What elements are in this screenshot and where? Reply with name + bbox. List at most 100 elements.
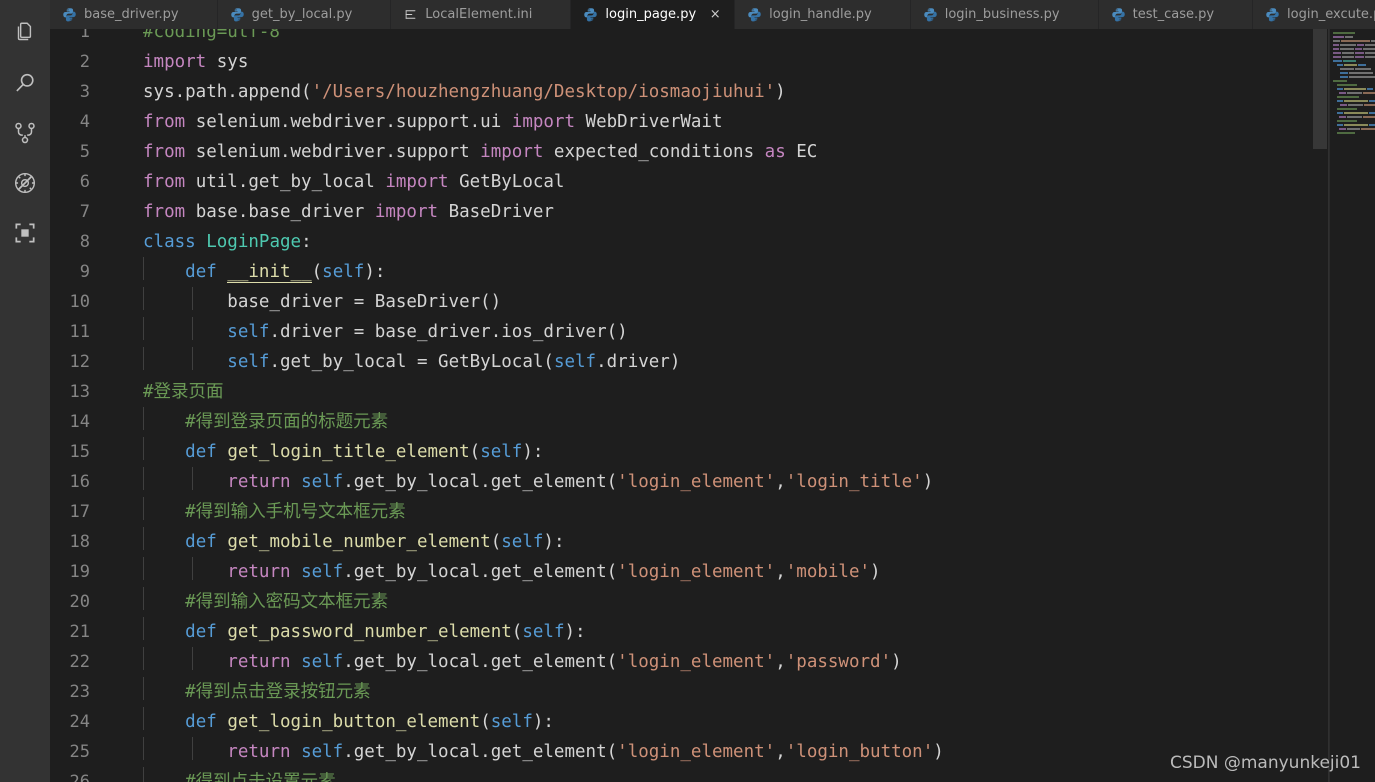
editor-vertical-scrollbar[interactable] bbox=[1313, 29, 1327, 782]
editor-tab-test-case-py[interactable]: test_case.py× bbox=[1098, 0, 1254, 29]
line-number: 11 bbox=[69, 322, 90, 342]
minimap-segment bbox=[1333, 48, 1340, 50]
minimap-segment bbox=[1341, 52, 1355, 54]
code-token: #得到点击登录按钮元素 bbox=[143, 682, 371, 702]
indent-guide bbox=[143, 617, 144, 640]
indent-guide bbox=[143, 707, 144, 730]
editor-tab-login-handle-py[interactable]: login_handle.py× bbox=[735, 0, 911, 29]
code-line-content: #得到输入手机号文本框元素 bbox=[102, 497, 1375, 527]
code-token: return bbox=[227, 652, 291, 672]
code-token: .get_by_local.get_element( bbox=[343, 652, 618, 672]
code-token: , bbox=[775, 652, 786, 672]
sidebar-item-explorer[interactable] bbox=[0, 8, 50, 58]
code-line-content: def __init__(self): bbox=[102, 257, 1375, 287]
minimap-segment bbox=[1345, 36, 1353, 38]
minimap-segment bbox=[1357, 44, 1365, 46]
code-line-content: #得到点击设置元素 bbox=[102, 767, 1375, 782]
editor-tab-login-excute-py[interactable]: login_excute.py× bbox=[1253, 0, 1375, 29]
scrollbar-thumb[interactable] bbox=[1313, 29, 1327, 149]
minimap-segment bbox=[1340, 44, 1357, 46]
sidebar-item-run-debug[interactable] bbox=[0, 158, 50, 208]
code-token: .get_by_local.get_element( bbox=[343, 742, 618, 762]
code-line-content: #得到登录页面的标题元素 bbox=[102, 407, 1375, 437]
editor-tab-base-driver-py[interactable]: base_driver.py× bbox=[50, 0, 218, 29]
minimap-segment bbox=[1333, 64, 1336, 66]
code-token: ( bbox=[311, 262, 323, 282]
code-token: from bbox=[143, 142, 186, 162]
code-token: def bbox=[185, 262, 217, 282]
indent-guide bbox=[143, 437, 144, 460]
minimap-segment bbox=[1337, 64, 1343, 66]
tab-label: login_page.py bbox=[605, 7, 697, 22]
editor-tab-get-by-local-py[interactable]: get_by_local.py× bbox=[217, 0, 392, 29]
code-line: 17 #得到输入手机号文本框元素 bbox=[50, 497, 1375, 527]
editor-minimap[interactable] bbox=[1329, 29, 1375, 782]
code-token: return bbox=[227, 562, 291, 582]
sidebar-item-search[interactable] bbox=[0, 58, 50, 108]
minimap-segment bbox=[1355, 52, 1365, 54]
code-token: '/Users/houzhengzhuang/Desktop/iosmaojiu… bbox=[311, 82, 776, 102]
minimap-segment bbox=[1337, 84, 1357, 86]
code-token: get_password_number_element bbox=[227, 622, 512, 642]
minimap-segment bbox=[1333, 52, 1341, 54]
line-number: 18 bbox=[69, 532, 90, 552]
code-token: .get_by_local.get_element( bbox=[343, 562, 618, 582]
code-token: ) bbox=[922, 472, 934, 492]
minimap-segment bbox=[1333, 80, 1347, 82]
minimap-segment bbox=[1341, 56, 1355, 58]
code-line: 20 #得到输入密码文本框元素 bbox=[50, 587, 1375, 617]
code-line: 25 return self.get_by_local.get_element(… bbox=[50, 737, 1375, 767]
code-token: ) bbox=[933, 742, 944, 762]
code-token: return bbox=[227, 742, 291, 762]
sidebar-item-extensions[interactable] bbox=[0, 208, 50, 258]
code-token: , bbox=[775, 472, 786, 492]
code-token: from bbox=[143, 112, 186, 132]
minimap-segment bbox=[1333, 60, 1342, 62]
code-line: 10 base_driver = BaseDriver() bbox=[50, 287, 1375, 317]
minimap-segment bbox=[1361, 128, 1375, 130]
minimap-segment bbox=[1333, 92, 1339, 94]
code-token: class bbox=[143, 232, 196, 252]
minimap-segment bbox=[1333, 108, 1336, 110]
editor-tab-login-business-py[interactable]: login_business.py× bbox=[910, 0, 1099, 29]
minimap-segment bbox=[1363, 104, 1375, 106]
code-line-content: from selenium.webdriver.support import e… bbox=[102, 137, 1375, 167]
editor-group: base_driver.py×get_by_local.py×LocalElem… bbox=[50, 0, 1375, 782]
code-token: #coding=utf-8 bbox=[143, 29, 280, 42]
line-number: 17 bbox=[69, 502, 90, 522]
code-token: import bbox=[385, 172, 449, 192]
minimap-segment bbox=[1333, 120, 1336, 122]
sidebar-item-source-control[interactable] bbox=[0, 108, 50, 158]
code-token: expected_conditions bbox=[543, 142, 765, 162]
minimap-segment bbox=[1340, 68, 1354, 70]
code-token: base.base_driver bbox=[185, 202, 375, 222]
minimap-line bbox=[1330, 131, 1375, 135]
code-line: 18 def get_mobile_number_element(self): bbox=[50, 527, 1375, 557]
code-line: 21 def get_password_number_element(self)… bbox=[50, 617, 1375, 647]
minimap-segment bbox=[1344, 88, 1366, 90]
code-line-content: def get_password_number_element(self): bbox=[102, 617, 1375, 647]
code-token: ( bbox=[511, 622, 523, 642]
code-token: : bbox=[301, 232, 312, 252]
code-token: 'login_button' bbox=[785, 742, 934, 762]
code-token: self bbox=[501, 532, 544, 552]
code-line: 12 self.get_by_local = GetByLocal(self.d… bbox=[50, 347, 1375, 377]
python-file-icon bbox=[747, 7, 762, 22]
indent-guide bbox=[143, 347, 144, 370]
line-number: 19 bbox=[69, 562, 90, 582]
editor-tab-localelement-ini[interactable]: LocalElement.ini× bbox=[391, 0, 572, 29]
code-line: 16 return self.get_by_local.get_element(… bbox=[50, 467, 1375, 497]
minimap-segment bbox=[1365, 44, 1375, 46]
code-editor[interactable]: 1 #coding=utf-8 2 import sys 3 sys.path.appen… bbox=[50, 29, 1375, 782]
tab-close-icon[interactable]: × bbox=[709, 8, 721, 21]
code-line-content: #得到输入密码文本框元素 bbox=[102, 587, 1375, 617]
code-token: self bbox=[480, 442, 523, 462]
code-token: , bbox=[775, 562, 786, 582]
minimap-segment bbox=[1349, 76, 1375, 78]
editor-tab-login-page-py[interactable]: login_page.py × bbox=[571, 0, 736, 29]
code-token: sys bbox=[206, 52, 249, 72]
line-number: 12 bbox=[69, 352, 90, 372]
